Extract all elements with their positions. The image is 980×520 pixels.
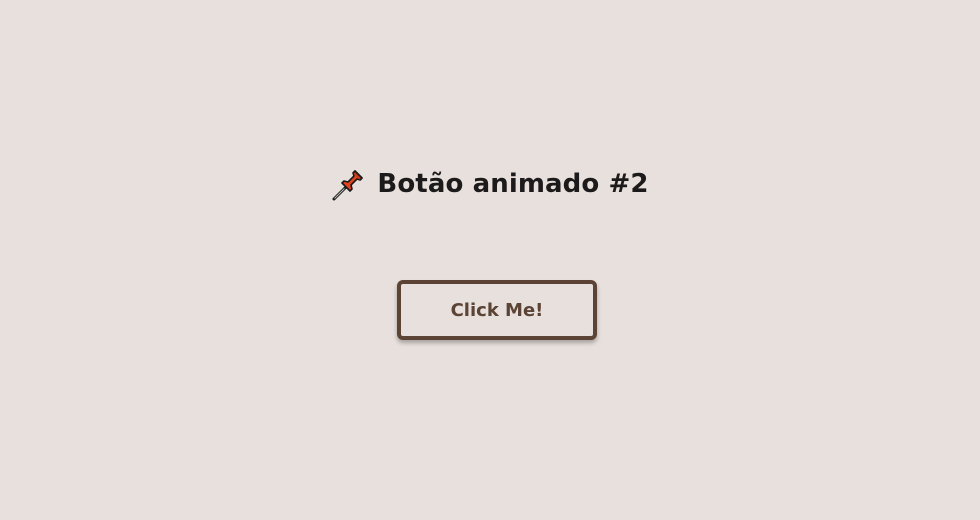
- click-me-button-label: Click Me!: [450, 299, 544, 321]
- page-title: Botão animado #2: [377, 169, 649, 199]
- page-heading: Botão animado #2: [0, 164, 980, 204]
- pushpin-icon: [331, 166, 367, 202]
- click-me-button[interactable]: Click Me!: [397, 280, 597, 340]
